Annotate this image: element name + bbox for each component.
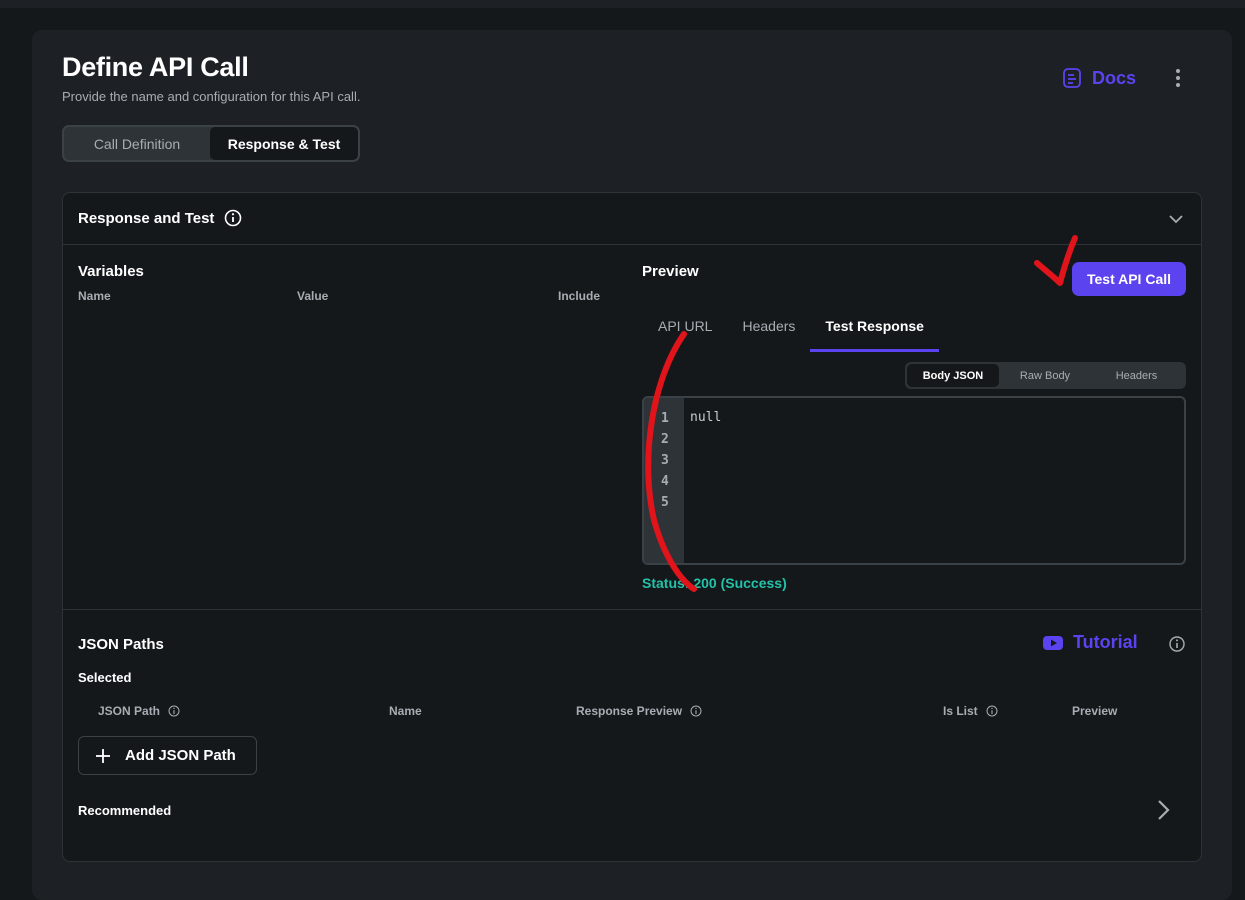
tab-api-url[interactable]: API URL (643, 308, 727, 352)
plus-icon (96, 748, 110, 763)
api-call-panel: Define API Call Provide the name and con… (32, 30, 1232, 900)
json-col-preview: Preview (1072, 704, 1118, 718)
info-icon[interactable] (224, 209, 242, 227)
tab-response-and-test[interactable]: Response & Test (210, 127, 358, 160)
add-json-path-button[interactable]: Add JSON Path (78, 736, 257, 775)
variables-col-include: Include (558, 289, 601, 303)
preview-label: Preview (642, 263, 699, 280)
preview-tabs: API URL Headers Test Response (643, 308, 939, 352)
tab-call-definition[interactable]: Call Definition (64, 127, 210, 160)
variables-col-value: Value (297, 289, 329, 303)
view-body-json[interactable]: Body JSON (907, 364, 999, 387)
line-number: 3 (661, 453, 669, 468)
tab-headers[interactable]: Headers (727, 308, 810, 352)
top-bar (0, 0, 1245, 8)
variables-col-name: Name (78, 289, 111, 303)
docs-link[interactable]: Docs (1062, 64, 1136, 92)
response-code: null (690, 410, 722, 425)
json-col-response-preview: Response Preview (576, 704, 702, 718)
info-icon[interactable] (986, 705, 998, 717)
docs-label: Docs (1092, 67, 1137, 88)
response-and-test-card: Response and Test Variables Name Value I… (62, 192, 1202, 862)
line-number: 5 (661, 495, 669, 510)
selected-label: Selected (78, 670, 132, 685)
json-col-is-list: Is List (943, 704, 998, 718)
json-col-name: Name (389, 704, 422, 718)
mode-tabs: Call Definition Response & Test (62, 125, 360, 162)
card-title: Response and Test (78, 210, 215, 227)
line-gutter: 1 2 3 4 5 (644, 398, 684, 563)
json-col-response-preview-label: Response Preview (576, 704, 683, 718)
status-text: Status: 200 (Success) (642, 575, 787, 591)
chevron-down-icon[interactable] (1167, 210, 1185, 228)
add-json-path-label: Add JSON Path (125, 747, 236, 764)
document-icon (1063, 68, 1081, 88)
info-icon[interactable] (690, 705, 702, 717)
response-view-toggle: Body JSON Raw Body Headers (905, 362, 1186, 389)
card-header[interactable]: Response and Test (63, 193, 1201, 245)
more-vertical-icon[interactable] (1168, 66, 1188, 90)
tutorial-label: Tutorial (1073, 632, 1138, 652)
json-col-is-list-label: Is List (943, 704, 978, 718)
variables-label: Variables (78, 263, 144, 280)
tutorial-link[interactable]: Tutorial (1043, 632, 1138, 653)
line-number: 1 (661, 411, 669, 426)
recommended-label: Recommended (78, 803, 172, 818)
chevron-right-icon[interactable] (1153, 798, 1173, 822)
view-headers[interactable]: Headers (1091, 364, 1182, 387)
info-icon[interactable] (168, 705, 180, 717)
json-col-path: JSON Path (98, 704, 180, 718)
youtube-icon (1043, 635, 1063, 650)
tab-test-response[interactable]: Test Response (810, 308, 939, 352)
json-paths-label: JSON Paths (78, 636, 164, 653)
test-api-call-button[interactable]: Test API Call (1072, 262, 1186, 296)
info-icon[interactable] (1168, 635, 1186, 653)
line-number: 4 (661, 474, 669, 489)
page-title: Define API Call (62, 52, 249, 82)
page-subtitle: Provide the name and configuration for t… (62, 89, 361, 104)
line-number: 2 (661, 432, 669, 447)
section-divider (63, 609, 1201, 610)
view-raw-body[interactable]: Raw Body (999, 364, 1091, 387)
json-col-path-label: JSON Path (98, 704, 161, 718)
response-code-editor[interactable]: 1 2 3 4 5 null (642, 396, 1186, 565)
